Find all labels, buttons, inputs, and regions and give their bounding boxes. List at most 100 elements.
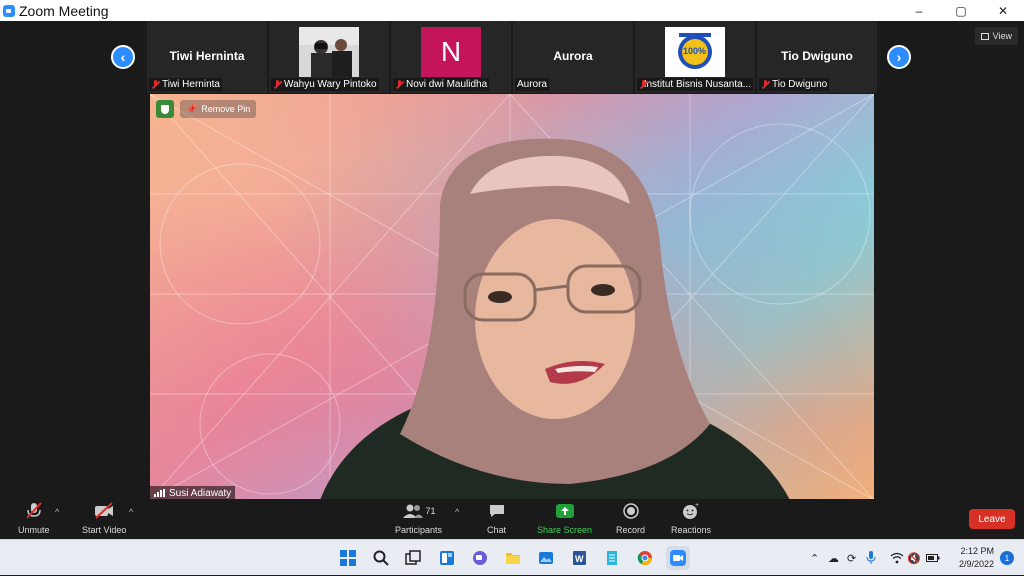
microphone-icon[interactable]: [866, 540, 876, 576]
mic-muted-icon: [151, 79, 160, 90]
minimize-button[interactable]: –: [898, 0, 940, 21]
chat-icon: [488, 501, 506, 521]
pinned-video[interactable]: 📌 Remove Pin Susi Adiawaty: [150, 94, 874, 500]
speaker-name-label: Susi Adiawaty: [150, 486, 236, 500]
taskbar-clock[interactable]: 2:12 PM 2/9/2022: [959, 545, 994, 571]
view-grid-icon: [980, 32, 989, 40]
photos-icon[interactable]: [534, 546, 558, 570]
meeting-toolbar: Unmute ^ Start Video ^ 71 Participants ^…: [0, 499, 1024, 539]
onedrive-icon[interactable]: ☁: [828, 540, 839, 576]
word-icon[interactable]: W: [567, 546, 591, 570]
mic-muted-icon: [639, 79, 645, 90]
mic-muted-icon: [761, 79, 770, 90]
participant-label-text: Novi dwi Maulidha: [406, 79, 488, 90]
participant-label: Institut Bisnis Nusanta...: [637, 78, 753, 91]
notepad-icon[interactable]: [600, 546, 624, 570]
windows-taskbar: W ⌃ ☁ ⟳ 🔇 2:12 PM 2/9/2022 1: [0, 539, 1024, 575]
chat-label: Chat: [487, 525, 507, 535]
mic-muted-icon: [395, 79, 404, 90]
audio-options-caret[interactable]: ^: [55, 507, 59, 517]
participant-label: Tiwi Herninta: [149, 78, 222, 91]
participants-button[interactable]: 71 Participants: [395, 501, 442, 535]
smiley-icon: +: [682, 501, 700, 521]
battery-icon[interactable]: [926, 540, 940, 576]
participants-options-caret[interactable]: ^: [455, 507, 459, 517]
zoom-taskbar-icon[interactable]: [666, 546, 690, 570]
title-bar: Zoom Meeting – ▢ ✕: [0, 0, 1024, 21]
notification-badge[interactable]: 1: [1000, 551, 1014, 565]
unmute-label: Unmute: [18, 525, 50, 535]
clock-time: 2:12 PM: [960, 546, 994, 556]
participants-label: Participants: [395, 525, 443, 535]
mic-muted-icon: [273, 79, 282, 90]
start-video-label: Start Video: [82, 525, 127, 535]
video-off-icon: [93, 501, 115, 521]
participants-count: 71: [425, 506, 436, 516]
reactions-label: Reactions: [671, 525, 712, 535]
shield-icon: [161, 104, 169, 114]
remove-pin-button[interactable]: 📌 Remove Pin: [180, 100, 257, 118]
volume-muted-icon[interactable]: 🔇: [907, 540, 921, 576]
leave-button[interactable]: Leave: [969, 509, 1015, 529]
wifi-icon[interactable]: [890, 540, 904, 576]
chat-button[interactable]: Chat: [487, 501, 506, 535]
participant-label-text: Institut Bisnis Nusanta...: [643, 79, 751, 90]
secure-shield-badge: [156, 100, 174, 118]
share-screen-button[interactable]: Share Screen: [537, 501, 592, 535]
file-explorer-icon[interactable]: [501, 546, 525, 570]
svg-text:+: +: [695, 502, 699, 509]
speaker-figure: [320, 138, 790, 500]
participant-label-text: Aurora: [517, 79, 548, 90]
meeting-stage: View ‹ › Tiwi Herninta Tiwi Herninta Wah…: [0, 21, 1024, 500]
participant-label: Novi dwi Maulidha: [393, 78, 490, 91]
search-icon[interactable]: [369, 546, 393, 570]
mic-off-icon: [24, 501, 44, 521]
widgets-icon[interactable]: [435, 546, 459, 570]
participant-tile[interactable]: Tio Dwiguno Tio Dwiguno: [757, 21, 877, 93]
participants-icon: 71: [402, 501, 436, 521]
remove-pin-label: Remove Pin: [201, 104, 251, 114]
chevron-right-icon: ›: [896, 49, 902, 65]
view-label: View: [992, 31, 1012, 41]
maximize-button[interactable]: ▢: [940, 0, 982, 21]
chrome-icon[interactable]: [633, 546, 657, 570]
participant-tile[interactable]: 100% Institut Bisnis Nusanta...: [635, 21, 755, 93]
sync-icon[interactable]: ⟳: [847, 540, 856, 576]
participant-tile[interactable]: Tiwi Herninta Tiwi Herninta: [147, 21, 267, 93]
share-screen-label: Share Screen: [537, 525, 593, 535]
participant-label: Aurora: [515, 78, 550, 91]
teams-chat-icon[interactable]: [468, 546, 492, 570]
participant-label: Tio Dwiguno: [759, 78, 830, 91]
participant-name-center: Tiwi Herninta: [169, 49, 245, 63]
participant-label: Wahyu Wary Pintoko: [271, 78, 379, 91]
unmute-button[interactable]: Unmute: [18, 501, 50, 535]
windows-start-icon[interactable]: [336, 546, 360, 570]
pin-icon: 📌: [186, 103, 198, 114]
next-page-button[interactable]: ›: [887, 45, 911, 69]
speaker-name: Susi Adiawaty: [169, 487, 232, 499]
clock-date: 2/9/2022: [958, 559, 994, 569]
close-button[interactable]: ✕: [982, 0, 1024, 21]
start-video-button[interactable]: Start Video: [82, 501, 126, 535]
participant-tile[interactable]: N Novi dwi Maulidha: [391, 21, 511, 93]
prev-page-button[interactable]: ‹: [111, 45, 135, 69]
task-view-icon[interactable]: [401, 546, 425, 570]
reactions-button[interactable]: + Reactions: [671, 501, 711, 535]
participant-tile[interactable]: Aurora Aurora: [513, 21, 633, 93]
participant-label-text: Tiwi Herninta: [162, 79, 220, 90]
view-button[interactable]: View: [974, 27, 1018, 45]
participant-initial-avatar: N: [421, 27, 481, 77]
logo-text: 100%: [683, 46, 707, 56]
share-screen-icon: [555, 501, 575, 521]
record-button[interactable]: Record: [616, 501, 645, 535]
chevron-up-icon[interactable]: ⌃: [810, 540, 819, 576]
video-options-caret[interactable]: ^: [129, 507, 133, 517]
record-label: Record: [616, 525, 646, 535]
participant-tile[interactable]: Wahyu Wary Pintoko: [269, 21, 389, 93]
chevron-left-icon: ‹: [120, 49, 126, 65]
participant-label-text: Tio Dwiguno: [772, 79, 828, 90]
participant-label-text: Wahyu Wary Pintoko: [284, 79, 377, 90]
record-icon: [622, 501, 640, 521]
participant-photo: [299, 27, 359, 77]
zoom-app-icon: [3, 4, 15, 17]
